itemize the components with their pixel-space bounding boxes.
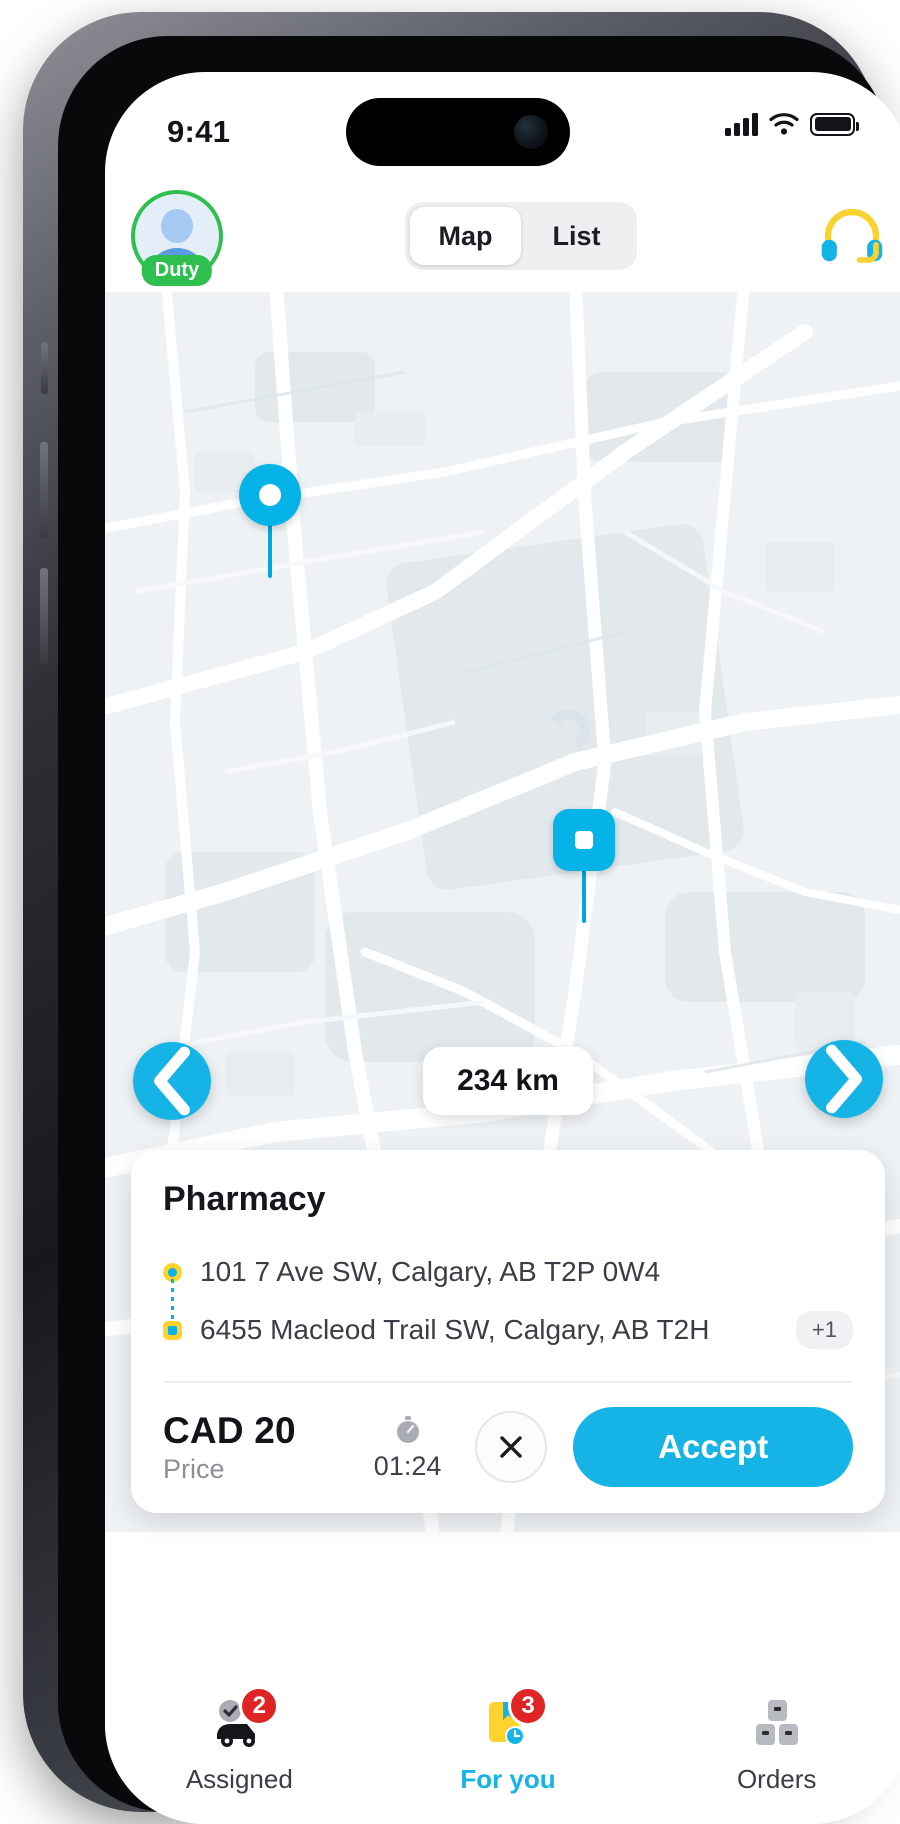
volume-up-button[interactable] [40,442,48,538]
tab-orders[interactable]: Orders [642,1692,900,1795]
dropoff-dot-icon [163,1320,182,1340]
app-header: Duty Map List [105,180,900,292]
order-title: Pharmacy [163,1180,326,1218]
chevron-right-icon [826,1044,862,1114]
dropoff-address: 6455 Macleod Trail SW, Calgary, AB T2H [200,1314,710,1345]
chevron-left-icon [154,1046,190,1116]
bottom-tab-bar: 2 Assigned 3 For you Orders [105,1674,900,1824]
next-order-button[interactable] [805,1040,883,1118]
boxes-icon [755,1700,798,1745]
dynamic-island [346,98,570,166]
route-row-dropoff: 6455 Macleod Trail SW, Calgary, AB T2H +… [163,1303,853,1357]
avatar[interactable]: Duty [131,190,223,286]
for-you-badge: 3 [508,1686,548,1726]
front-camera-icon [514,115,548,149]
price-block: CAD 20 Price [163,1410,296,1485]
status-time: 9:41 [167,114,231,149]
tab-list[interactable]: List [521,207,632,265]
phone-bezel: 9:41 Duty Map List 234 km Pharmacy 101 7… [58,36,900,1824]
route-stops: 101 7 Ave SW, Calgary, AB T2P 0W4 6455 M… [163,1245,853,1357]
volume-down-button[interactable] [40,568,48,664]
for-you-icon-wrap: 3 [470,1686,548,1754]
pickup-pin-stem [268,522,272,578]
tab-assigned-label: Assigned [185,1764,293,1794]
route-row-pickup: 101 7 Ave SW, Calgary, AB T2P 0W4 [163,1245,853,1299]
status-indicators [725,112,859,136]
orders-icon-wrap [739,1692,815,1754]
close-icon [500,1436,523,1458]
order-offer-card[interactable]: Pharmacy 101 7 Ave SW, Calgary, AB T2P 0… [131,1150,885,1513]
stopwatch-icon [396,1415,419,1443]
assigned-badge: 2 [239,1686,280,1726]
tab-for-you[interactable]: 3 For you [374,1686,643,1795]
tab-map[interactable]: Map [410,207,521,265]
more-stops-badge[interactable]: +1 [795,1311,853,1349]
dropoff-pin[interactable] [553,809,615,871]
silent-switch[interactable] [41,342,48,394]
accept-order-button[interactable]: Accept [573,1407,853,1487]
battery-icon [810,112,859,136]
phone-frame: 9:41 Duty Map List 234 km Pharmacy 101 7… [23,12,900,1824]
map-list-segmented-control[interactable]: Map List [405,202,637,270]
tab-orders-label: Orders [736,1764,817,1794]
distance-chip: 234 km [423,1047,593,1115]
price-label: Price [163,1453,225,1484]
countdown-timer: 01:24 [373,1413,442,1482]
wifi-icon [769,113,799,135]
dropoff-pin-stem [582,867,586,923]
phone-screen: 9:41 Duty Map List 234 km Pharmacy 101 7… [105,72,900,1824]
timer-value: 01:24 [373,1450,442,1481]
cellular-signal-icon [725,112,758,136]
price-value: CAD 20 [163,1409,296,1451]
headset-icon[interactable] [819,207,885,265]
previous-order-button[interactable] [133,1042,211,1120]
tab-assigned[interactable]: 2 Assigned [105,1686,374,1795]
route-connector-line [171,1279,174,1323]
duty-status-badge[interactable]: Duty [141,255,213,286]
assigned-icon-wrap: 2 [201,1686,280,1754]
tab-for-you-label: For you [460,1764,556,1794]
status-bar: 9:41 [105,72,900,180]
card-divider [163,1381,853,1383]
reject-order-button[interactable] [475,1411,548,1483]
order-action-row: CAD 20 Price 01:24 Accept [163,1407,853,1487]
pickup-address: 101 7 Ave SW, Calgary, AB T2P 0W4 [200,1256,661,1287]
pickup-pin[interactable] [239,464,301,526]
